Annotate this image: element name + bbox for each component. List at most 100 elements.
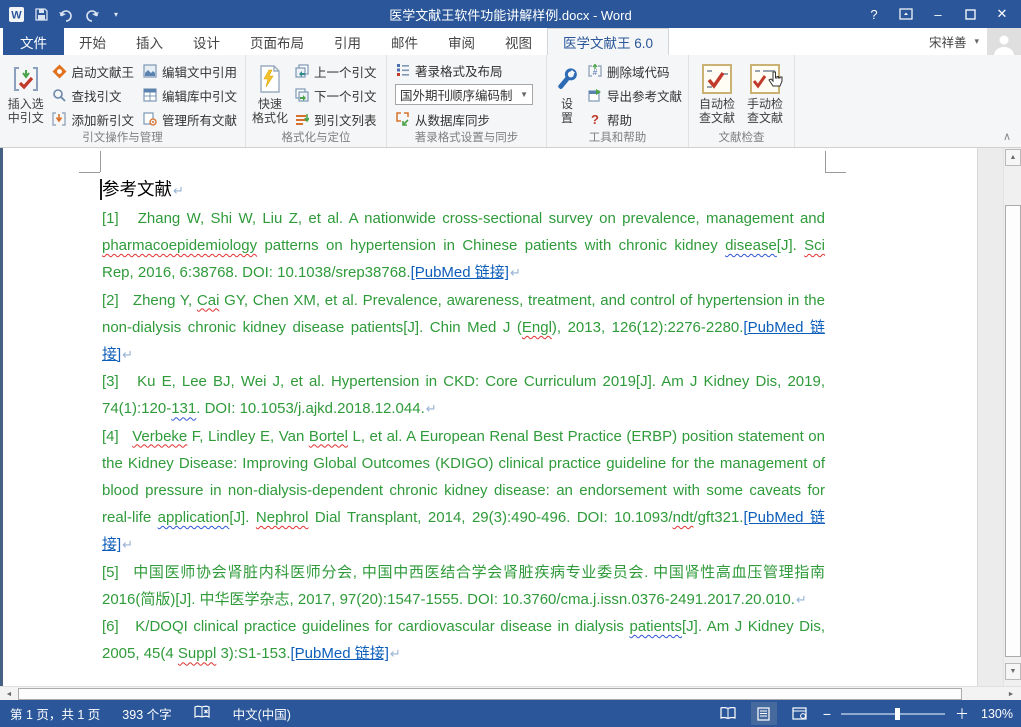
ribbon: 插入选中引文 启动文献王 查找引文 添加新引文 — [0, 55, 1021, 148]
reference-text: patients — [629, 618, 682, 635]
ribbon-tab-row: 文件开始插入设计页面布局引用邮件审阅视图医学文献王 6.0 宋祥善 ▾ — [0, 28, 1021, 55]
redo-icon[interactable] — [82, 5, 100, 23]
maximize-icon[interactable] — [955, 2, 985, 26]
page-indicator[interactable]: 第 1 页，共 1 页 — [10, 704, 100, 723]
help-button[interactable]: ? 帮助 — [583, 107, 686, 131]
table-icon — [142, 87, 158, 103]
ribbon-tabs: 文件开始插入设计页面布局引用邮件审阅视图医学文献王 6.0 — [0, 28, 669, 55]
manage-gear-icon — [142, 111, 158, 127]
help-titlebar-icon[interactable]: ? — [859, 2, 889, 26]
customize-qat-icon[interactable]: ▾ — [107, 5, 125, 23]
scroll-left-button[interactable]: ◄ — [2, 688, 16, 700]
save-icon[interactable] — [32, 5, 50, 23]
undo-icon[interactable] — [57, 5, 75, 23]
zoom-slider[interactable] — [841, 713, 945, 715]
zoom-slider-thumb[interactable] — [895, 708, 900, 720]
field-code-icon: # — [587, 63, 603, 79]
reference-text: F, Lindley E, Van — [187, 428, 309, 445]
pubmed-link[interactable]: [PubMed 链接] — [411, 264, 509, 281]
sync-from-database-button[interactable]: 从数据库同步 — [391, 107, 494, 131]
zoom-out-icon[interactable]: − — [823, 706, 831, 722]
proofing-status-icon[interactable] — [194, 705, 211, 722]
tab-设计[interactable]: 设计 — [178, 28, 235, 55]
reference-text: [2] Zheng Y, — [102, 292, 197, 309]
insert-selected-label-2: 中引文 — [8, 111, 44, 125]
quick-format-icon — [256, 63, 284, 95]
paragraph-mark: ↵ — [121, 347, 133, 362]
find-citation-button[interactable]: 查找引文 — [47, 83, 138, 107]
avatar[interactable] — [987, 28, 1021, 55]
tab-页面布局[interactable]: 页面布局 — [235, 28, 319, 55]
web-layout-icon[interactable] — [787, 702, 813, 725]
previous-citation-button[interactable]: 上一个引文 — [290, 59, 381, 83]
export-refs-label: 导出参考文献 — [607, 86, 682, 105]
settings-wrench-icon — [552, 63, 582, 95]
horizontal-scroll-thumb[interactable] — [18, 688, 962, 700]
group-style-sync: 著录格式及布局 国外期刊顺序编码制 ▼ 从数据库同步 著录格式设置与同步 — [387, 55, 547, 147]
tab-医学文献王 6.0[interactable]: 医学文献王 6.0 — [547, 28, 669, 55]
reference-item: [1] Zhang W, Shi W, Liu Z, et al. A nati… — [102, 205, 825, 287]
citation-style-dropdown[interactable]: 国外期刊顺序编码制 ▼ — [395, 84, 533, 105]
document-canvas[interactable]: 参考文献↵ [1] Zhang W, Shi W, Liu Z, et al. … — [0, 148, 1021, 686]
close-icon[interactable]: ✕ — [987, 2, 1017, 26]
next-citation-button[interactable]: 下一个引文 — [290, 83, 381, 107]
settings-label-2: 置 — [561, 111, 573, 125]
export-references-button[interactable]: 导出参考文献 — [583, 83, 686, 107]
print-layout-icon[interactable] — [751, 702, 777, 725]
ribbon-display-options-icon[interactable] — [891, 2, 921, 26]
go-to-citation-list-button[interactable]: 到引文列表 — [290, 107, 381, 131]
tab-引用[interactable]: 引用 — [319, 28, 376, 55]
page-right-margin-background — [977, 148, 1006, 686]
references: [1] Zhang W, Shi W, Liu Z, et al. A nati… — [102, 205, 825, 667]
edit-intext-citation-button[interactable]: 编辑文中引用 — [138, 59, 241, 83]
tab-文件[interactable]: 文件 — [3, 28, 64, 55]
tab-审阅[interactable]: 审阅 — [433, 28, 490, 55]
vertical-scrollbar[interactable]: ▲ ▼ — [1003, 148, 1021, 686]
manage-all-references-button[interactable]: 管理所有文献 — [138, 107, 241, 131]
add-new-citation-button[interactable]: 添加新引文 — [47, 107, 138, 131]
cursor-hand-icon — [768, 71, 784, 94]
citation-style-layout-button[interactable]: 著录格式及布局 — [391, 58, 507, 82]
reference-text: 131 — [171, 400, 196, 417]
language-indicator[interactable]: 中文(中国) — [233, 704, 291, 723]
auto-check-references-button[interactable]: 自动检查文献 — [693, 58, 741, 130]
crop-mark-top-left — [100, 151, 101, 172]
minimize-icon[interactable]: – — [923, 2, 953, 26]
manual-check-references-button[interactable]: 手动检查文献 — [741, 58, 789, 130]
reference-text: Sci — [804, 237, 825, 254]
edit-picture-icon — [142, 63, 158, 79]
horizontal-scrollbar[interactable]: ◄ ► — [0, 686, 1021, 700]
zoom-in-icon[interactable]: ＋ — [955, 704, 969, 724]
tab-邮件[interactable]: 邮件 — [376, 28, 433, 55]
group-label-format: 格式化与定位 — [246, 129, 386, 145]
scroll-up-button[interactable]: ▲ — [1005, 149, 1021, 166]
settings-button[interactable]: 设置 — [551, 58, 583, 130]
insert-selected-citation-button[interactable]: 插入选中引文 — [4, 58, 47, 130]
reference-text: Rep, 2016, 6:38768. DOI: 10.1038/srep387… — [102, 264, 411, 281]
reference-text: Engl — [522, 319, 552, 336]
read-mode-icon[interactable] — [715, 702, 741, 725]
status-bar: 第 1 页，共 1 页 393 个字 中文(中国) − ＋ 130% — [0, 700, 1021, 727]
group-citation-management: 插入选中引文 启动文献王 查找引文 添加新引文 — [0, 55, 246, 147]
word-count[interactable]: 393 个字 — [122, 704, 171, 723]
tab-插入[interactable]: 插入 — [121, 28, 178, 55]
tab-开始[interactable]: 开始 — [64, 28, 121, 55]
collapse-ribbon-icon[interactable]: ∧ — [1003, 130, 1011, 143]
tab-视图[interactable]: 视图 — [490, 28, 547, 55]
scroll-down-button[interactable]: ▼ — [1005, 663, 1021, 680]
user-dropdown-icon[interactable]: ▾ — [974, 36, 979, 47]
paragraph-mark: ↵ — [795, 592, 807, 607]
user-name[interactable]: 宋祥善 — [929, 32, 967, 51]
delete-field-codes-button[interactable]: # 删除域代码 — [583, 59, 686, 83]
quick-format-button[interactable]: 快速格式化 — [250, 58, 290, 130]
launch-literature-king-button[interactable]: 启动文献王 — [47, 59, 138, 83]
zoom-level[interactable]: 130% — [979, 707, 1013, 721]
vertical-scroll-thumb[interactable] — [1005, 205, 1021, 657]
edit-library-citation-button[interactable]: 编辑库中引文 — [138, 83, 241, 107]
settings-label-1: 设 — [561, 97, 573, 111]
reference-text: Nephrol — [256, 509, 309, 526]
citation-style-value: 国外期刊顺序编码制 — [400, 85, 513, 104]
scroll-right-button[interactable]: ► — [1004, 688, 1018, 700]
pubmed-link[interactable]: [PubMed 链接] — [291, 645, 389, 662]
word-logo-icon[interactable]: W — [7, 5, 25, 23]
